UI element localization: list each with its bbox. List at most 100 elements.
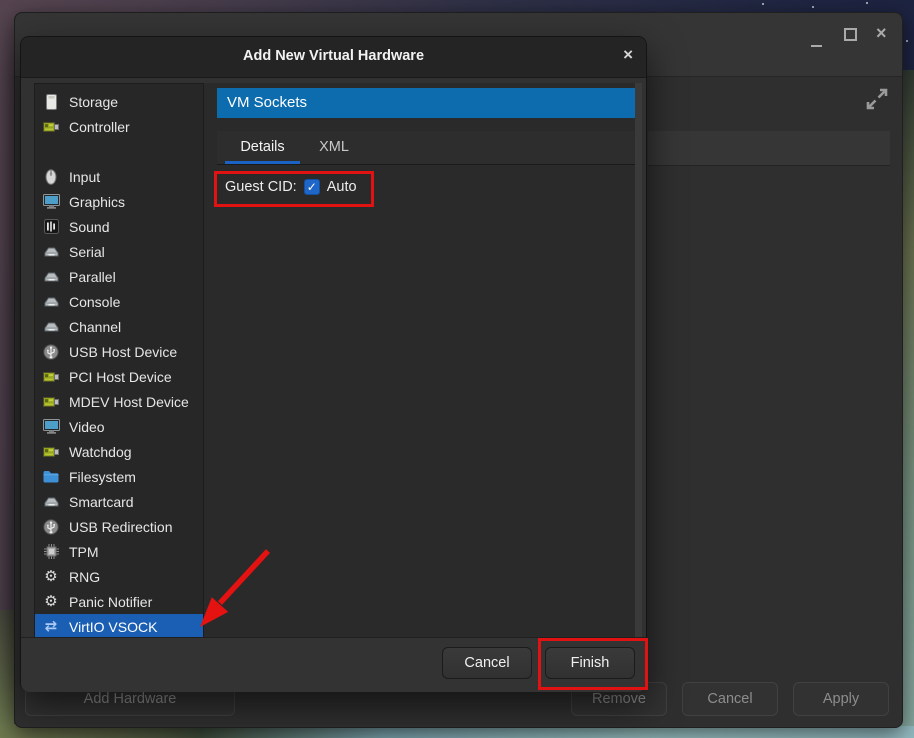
- window-cancel-button[interactable]: Cancel: [682, 682, 778, 716]
- resize-diagonal-icon: [863, 100, 891, 117]
- guest-cid-row: Guest CID: ✓ Auto: [225, 175, 357, 199]
- finish-button[interactable]: Finish: [545, 647, 635, 679]
- guest-cid-label: Guest CID:: [225, 179, 297, 195]
- fullscreen-button[interactable]: [863, 85, 891, 113]
- sidebar-item-video[interactable]: Video: [35, 414, 203, 439]
- chip-icon: [42, 368, 60, 386]
- wallpaper-star: [906, 40, 908, 42]
- close-icon[interactable]: ×: [876, 23, 887, 44]
- dialog-close-icon[interactable]: ×: [623, 45, 633, 65]
- pane-header-title: VM Sockets: [227, 94, 307, 111]
- display-icon: [42, 193, 60, 211]
- dialog-main-pane: VM Sockets Details XML Guest CID: ✓ Auto: [204, 83, 642, 637]
- dialog-title: Add New Virtual Hardware: [21, 48, 646, 64]
- apply-button[interactable]: Apply: [793, 682, 889, 716]
- sidebar-item-label: Serial: [69, 244, 105, 260]
- display-icon: [42, 418, 60, 436]
- folder-icon: [42, 468, 60, 486]
- sidebar-item-watchdog[interactable]: Watchdog: [35, 439, 203, 464]
- tab-details[interactable]: Details: [225, 131, 300, 164]
- chip-icon: [42, 118, 60, 136]
- sidebar-item-label: RNG: [69, 569, 100, 585]
- desktop-wallpaper: [0, 610, 14, 726]
- active-tab-indicator: [225, 161, 300, 164]
- apply-label: Apply: [823, 691, 859, 707]
- minimize-icon[interactable]: [811, 45, 822, 47]
- sidebar-separator: [35, 139, 203, 164]
- wallpaper-star: [762, 3, 764, 5]
- sidebar-item-usb-host-device[interactable]: USB Host Device: [35, 339, 203, 364]
- dialog-footer: Cancel Finish: [21, 637, 646, 692]
- maximize-icon[interactable]: [844, 28, 857, 41]
- sidebar-item-label: USB Redirection: [69, 519, 173, 535]
- port-icon: [42, 493, 60, 511]
- chip-icon: [42, 393, 60, 411]
- finish-label: Finish: [571, 655, 610, 671]
- check-icon: ✓: [307, 181, 317, 193]
- details-toolbar: [648, 131, 890, 166]
- sidebar-item-label: MDEV Host Device: [69, 394, 189, 410]
- sidebar-item-label: Panic Notifier: [69, 594, 152, 610]
- sidebar-item-label: Console: [69, 294, 120, 310]
- window-cancel-label: Cancel: [707, 691, 752, 707]
- gear-icon: ⚙: [42, 568, 60, 586]
- port-icon: [42, 318, 60, 336]
- auto-checkbox[interactable]: ✓: [304, 179, 320, 195]
- sidebar-item-label: Controller: [69, 119, 130, 135]
- port-icon: [42, 243, 60, 261]
- disk-icon: [42, 93, 60, 111]
- sidebar-item-smartcard[interactable]: Smartcard: [35, 489, 203, 514]
- speaker-icon: [42, 218, 60, 236]
- pane-header: VM Sockets: [217, 88, 635, 118]
- sidebar-item-label: TPM: [69, 544, 99, 560]
- sidebar-item-usb-redirection[interactable]: USB Redirection: [35, 514, 203, 539]
- scrollbar-gutter[interactable]: [635, 83, 642, 637]
- sidebar-item-channel[interactable]: Channel: [35, 314, 203, 339]
- sidebar-item-label: Sound: [69, 219, 109, 235]
- add-hardware-label: Add Hardware: [84, 691, 177, 707]
- wallpaper-star: [866, 2, 868, 4]
- usb-icon: [42, 518, 60, 536]
- sidebar-item-label: Parallel: [69, 269, 116, 285]
- sidebar-item-label: Filesystem: [69, 469, 136, 485]
- tab-bar: Details XML: [217, 131, 635, 165]
- sidebar-item-virtio-vsock[interactable]: ⇄ VirtIO VSOCK: [35, 614, 203, 638]
- mouse-icon: [42, 168, 60, 186]
- port-icon: [42, 293, 60, 311]
- sidebar-item-serial[interactable]: Serial: [35, 239, 203, 264]
- sidebar-item-pci-host-device[interactable]: PCI Host Device: [35, 364, 203, 389]
- sidebar-item-storage[interactable]: Storage: [35, 89, 203, 114]
- sidebar-item-tpm[interactable]: TPM: [35, 539, 203, 564]
- add-hardware-dialog: Add New Virtual Hardware × Storage Contro…: [20, 36, 647, 691]
- sidebar-item-sound[interactable]: Sound: [35, 214, 203, 239]
- sidebar-item-label: VirtIO VSOCK: [69, 619, 157, 635]
- sidebar-item-controller[interactable]: Controller: [35, 114, 203, 139]
- tpm-icon: [42, 543, 60, 561]
- sidebar-item-label: USB Host Device: [69, 344, 177, 360]
- sidebar-item-label: Smartcard: [69, 494, 134, 510]
- tab-xml[interactable]: XML: [305, 131, 363, 164]
- sidebar-item-panic-notifier[interactable]: ⚙ Panic Notifier: [35, 589, 203, 614]
- arrows-icon: ⇄: [42, 618, 60, 636]
- sidebar-item-rng[interactable]: ⚙ RNG: [35, 564, 203, 589]
- desktop: ubuntu24.04 on QEMU/KVM × Add Hardware R…: [0, 0, 914, 738]
- sidebar-item-graphics[interactable]: Graphics: [35, 189, 203, 214]
- sidebar-item-mdev-host-device[interactable]: MDEV Host Device: [35, 389, 203, 414]
- sidebar-item-parallel[interactable]: Parallel: [35, 264, 203, 289]
- auto-label: Auto: [327, 179, 357, 195]
- sidebar-item-label: Watchdog: [69, 444, 132, 460]
- sidebar-item-input[interactable]: Input: [35, 164, 203, 189]
- sidebar-item-console[interactable]: Console: [35, 289, 203, 314]
- wallpaper-star: [812, 6, 814, 8]
- port-icon: [42, 268, 60, 286]
- sidebar-item-label: Graphics: [69, 194, 125, 210]
- sidebar-item-label: Video: [69, 419, 105, 435]
- chip-icon: [42, 443, 60, 461]
- dialog-cancel-label: Cancel: [464, 655, 509, 671]
- gear-icon: ⚙: [42, 593, 60, 611]
- dialog-cancel-button[interactable]: Cancel: [442, 647, 532, 679]
- sidebar-item-label: Channel: [69, 319, 121, 335]
- remove-label: Remove: [592, 691, 646, 707]
- sidebar-item-label: PCI Host Device: [69, 369, 172, 385]
- sidebar-item-filesystem[interactable]: Filesystem: [35, 464, 203, 489]
